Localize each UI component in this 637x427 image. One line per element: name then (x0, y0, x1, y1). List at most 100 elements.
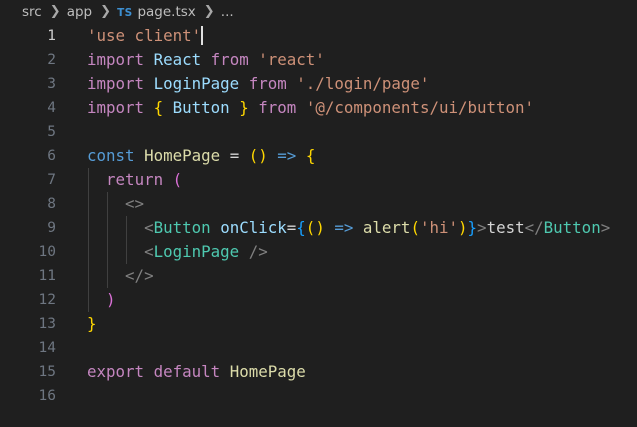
jsx-bracket: /> (248, 242, 268, 261)
bracket: ) (258, 146, 268, 165)
line-number: 12 (38, 292, 56, 308)
line-content[interactable]: } (87, 312, 97, 336)
line-content[interactable]: export default HomePage (87, 360, 306, 384)
keyword: const (87, 146, 135, 165)
line-number: 13 (38, 316, 56, 332)
keyword: from (248, 74, 287, 93)
jsx-text: test (486, 218, 525, 237)
line-number: 9 (47, 220, 56, 236)
function-call: alert (362, 218, 411, 237)
line-content[interactable]: import LoginPage from './login/page' (87, 72, 429, 96)
string-literal: '@/components/ui/button' (305, 98, 535, 117)
jsx-fragment-open: <> (125, 194, 145, 213)
breadcrumb-item-symbols[interactable]: ... (221, 4, 234, 20)
code-line[interactable]: 9 <Button onClick={() => alert('hi')}>te… (0, 216, 637, 240)
identifier: LoginPage (153, 74, 240, 93)
line-number: 14 (38, 340, 56, 356)
chevron-right-icon: ❯ (100, 4, 112, 19)
keyword: import (87, 98, 145, 117)
bracket: { (296, 218, 306, 237)
directive-string: 'use client' (87, 26, 202, 45)
breadcrumb-item-app[interactable]: app (67, 4, 92, 20)
code-line[interactable]: 5 (0, 120, 637, 144)
line-content[interactable]: </> (87, 264, 154, 288)
line-content[interactable]: <> (87, 192, 144, 216)
keyword: default (153, 362, 221, 381)
bracket: } (239, 98, 249, 117)
line-content[interactable]: ) (87, 288, 116, 312)
string-literal: 'hi' (419, 218, 459, 237)
line-number: 15 (38, 364, 56, 380)
arrow-operator: => (277, 146, 297, 165)
code-line[interactable]: 13 } (0, 312, 637, 336)
bracket: ( (410, 218, 420, 237)
bracket: { (305, 146, 316, 165)
line-number: 11 (38, 268, 56, 284)
line-number: 5 (47, 124, 56, 140)
chevron-right-icon: ❯ (203, 4, 215, 19)
line-number: 1 (47, 28, 56, 44)
breadcrumb-item-file[interactable]: TS page.tsx (117, 4, 196, 20)
jsx-bracket: < (144, 218, 154, 237)
function-name: HomePage (144, 146, 221, 165)
code-line[interactable]: 1 'use client' (0, 24, 637, 48)
jsx-bracket: > (477, 218, 487, 237)
code-line[interactable]: 10 <LoginPage /> (0, 240, 637, 264)
line-content[interactable]: const HomePage = () => { (87, 144, 315, 168)
jsx-component: Button (153, 218, 211, 237)
code-line[interactable]: 12 ) (0, 288, 637, 312)
line-content[interactable]: <LoginPage /> (87, 240, 268, 264)
line-content[interactable]: import React from 'react' (87, 48, 325, 72)
line-number: 10 (38, 244, 56, 260)
line-number: 8 (47, 196, 56, 212)
bracket: ( (248, 146, 259, 165)
bracket: ) (106, 290, 116, 309)
typescript-file-icon: TS (117, 6, 133, 19)
code-line[interactable]: 7 return ( (0, 168, 637, 192)
line-number: 16 (38, 388, 56, 404)
code-area[interactable]: 1 'use client' 2 import React from 'reac… (0, 24, 637, 427)
chevron-right-icon: ❯ (49, 4, 61, 19)
bracket: { (153, 98, 164, 117)
code-line[interactable]: 16 (0, 384, 637, 408)
breadcrumb-item-src[interactable]: src (22, 4, 42, 20)
line-content[interactable]: import { Button } from '@/components/ui/… (87, 96, 534, 120)
string-literal: 'react' (258, 50, 325, 69)
breadcrumb-file-label: page.tsx (137, 3, 196, 20)
string-literal: './login/page' (296, 74, 430, 93)
line-number: 2 (47, 52, 56, 68)
code-line[interactable]: 6 const HomePage = () => { (0, 144, 637, 168)
jsx-component: LoginPage (153, 242, 240, 261)
operator: = (229, 146, 240, 165)
code-line[interactable]: 14 (0, 336, 637, 360)
code-line[interactable]: 8 <> (0, 192, 637, 216)
identifier: Button (172, 98, 230, 117)
code-line[interactable]: 15 export default HomePage (0, 360, 637, 384)
code-line[interactable]: 2 import React from 'react' (0, 48, 637, 72)
jsx-bracket: </ (524, 218, 544, 237)
jsx-fragment-close: </> (125, 266, 154, 285)
jsx-bracket: > (600, 218, 611, 237)
line-number: 3 (47, 76, 56, 92)
code-editor[interactable]: src ❯ app ❯ TS page.tsx ❯ ... 1 'use clie… (0, 0, 637, 427)
identifier: React (153, 50, 202, 69)
arrow-operator: => (334, 218, 354, 237)
text-cursor (201, 25, 204, 45)
line-number: 6 (47, 148, 56, 164)
code-line[interactable]: 11 </> (0, 264, 637, 288)
jsx-bracket: < (144, 242, 154, 261)
function-name: HomePage (229, 362, 306, 381)
line-content[interactable]: return ( (87, 168, 182, 192)
bracket: } (87, 314, 97, 333)
keyword: import (87, 50, 145, 69)
jsx-component: Button (543, 218, 601, 237)
keyword: export (87, 362, 145, 381)
breadcrumb: src ❯ app ❯ TS page.tsx ❯ ... (0, 0, 637, 23)
line-number: 4 (47, 100, 56, 116)
line-content[interactable]: <Button onClick={() => alert('hi')}>test… (87, 216, 610, 240)
code-line[interactable]: 4 import { Button } from '@/components/u… (0, 96, 637, 120)
keyword: from (258, 98, 297, 117)
keyword: import (87, 74, 145, 93)
line-content[interactable]: 'use client' (87, 24, 204, 48)
code-line[interactable]: 3 import LoginPage from './login/page' (0, 72, 637, 96)
